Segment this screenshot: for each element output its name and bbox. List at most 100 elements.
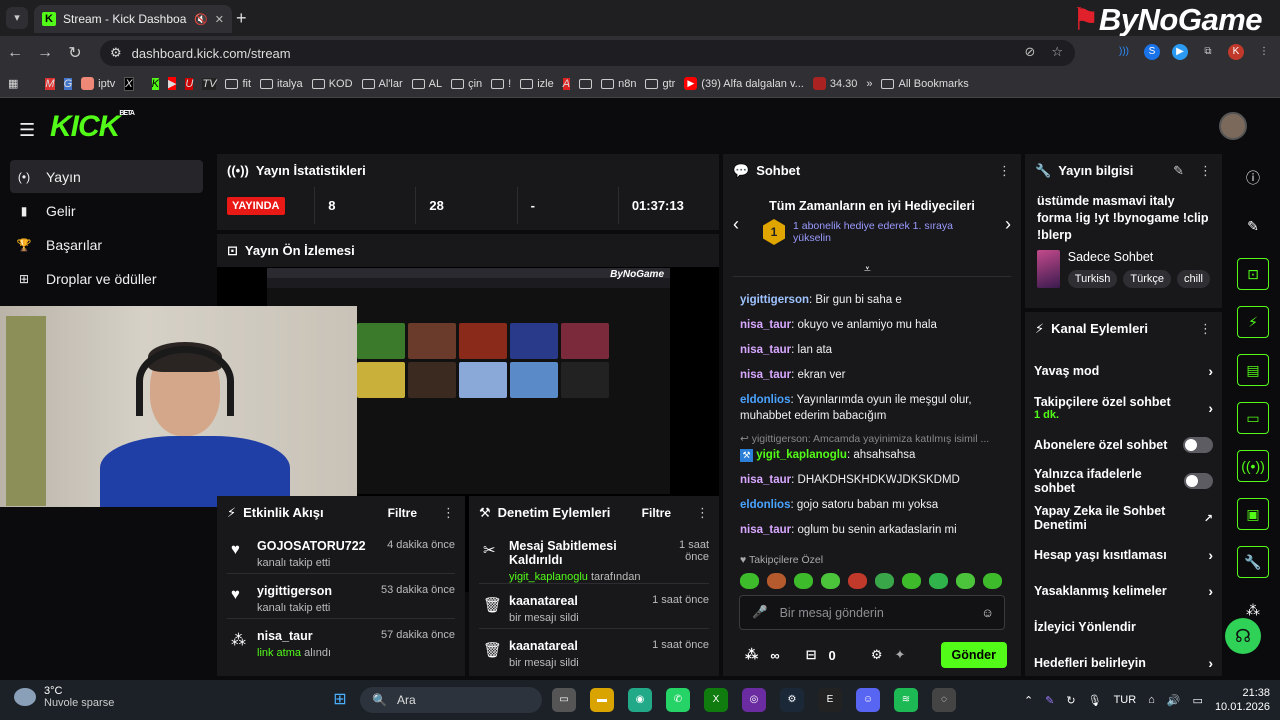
subscriber-only-toggle[interactable] [1183, 437, 1213, 453]
bookmark-x-icon[interactable]: X [124, 76, 134, 91]
action-subscriber-only-chat[interactable]: Abonelere özel sohbet [1025, 427, 1222, 463]
browser-tab[interactable]: K Stream - Kick Dashboard 🔇 ✕ [34, 5, 232, 33]
emote-icon[interactable] [848, 573, 867, 589]
discord-icon[interactable]: ☺ [856, 688, 880, 712]
activity-more-icon[interactable]: ⋮ [442, 505, 455, 521]
moderation-more-icon[interactable]: ⋮ [696, 505, 709, 521]
notes-tool-icon[interactable]: ▤ [1237, 354, 1269, 386]
bookmark-tv-icon[interactable]: TV [202, 77, 217, 90]
action-set-goals[interactable]: Hedefleri belirleyin › [1025, 645, 1222, 681]
spotify-icon[interactable]: ≋ [894, 688, 918, 712]
user-avatar[interactable] [1219, 112, 1247, 140]
xbox-icon[interactable]: X [704, 688, 728, 712]
extension-wave-icon[interactable]: ))) [1116, 44, 1132, 60]
action-ai-moderation[interactable]: Yapay Zeka ile Sohbet Denetimi ↗ [1025, 499, 1222, 537]
volume-icon[interactable]: 🔊 [1167, 694, 1181, 707]
bookmark-kick-icon[interactable]: K [151, 77, 159, 90]
bookmark-italya[interactable]: italya [260, 78, 303, 90]
chat-tool-icon[interactable]: ▭ [1237, 402, 1269, 434]
action-account-age[interactable]: Hesap yaşı kısıtlaması › [1025, 537, 1222, 573]
tray-app-icon[interactable]: ✎ [1045, 694, 1054, 707]
bookmark-n8n[interactable]: n8n [601, 78, 636, 90]
action-raid[interactable]: İzleyici Yönlendir [1025, 609, 1222, 645]
chat-settings-icon[interactable]: ⚙ [871, 647, 883, 663]
input-language[interactable]: TUR [1114, 694, 1137, 706]
channel-actions-more-icon[interactable]: ⋮ [1199, 321, 1212, 337]
preview-tool-icon[interactable]: ⊡ [1237, 258, 1269, 290]
sidebar-item-gelir[interactable]: ▮ Gelir [10, 194, 203, 227]
bookmark-fit[interactable]: fit [225, 78, 251, 90]
back-icon[interactable]: ← [0, 44, 30, 62]
app-icon[interactable]: ◎ [742, 688, 766, 712]
chrome-icon[interactable]: ◉ [628, 688, 652, 712]
emote-icon[interactable] [875, 573, 894, 589]
emote-icon[interactable] [902, 573, 921, 589]
tag-chip[interactable]: Türkçe [1123, 270, 1172, 288]
all-bookmarks[interactable]: All Bookmarks [881, 78, 969, 90]
bookmark-pdf-icon[interactable]: A [562, 77, 571, 90]
forward-icon[interactable]: → [30, 44, 60, 62]
stream-info-more-icon[interactable]: ⋮ [1199, 163, 1212, 179]
sidebar-item-droplar[interactable]: ⊞ Droplar ve ödüller [10, 262, 203, 295]
network-icon[interactable]: ⌂ [1148, 694, 1155, 706]
microphone-icon[interactable]: 🎤 [752, 605, 768, 620]
bookmark-youtube-video[interactable]: ▶ (39) Alfa dalgalan v... [684, 77, 804, 90]
steam-icon[interactable]: ⚙ [780, 688, 804, 712]
reload-icon[interactable]: ↻ [60, 43, 90, 63]
bookmark-gmail-icon[interactable]: M [45, 77, 55, 90]
bookmark-gtr[interactable]: gtr [645, 78, 675, 90]
camera-blocked-icon[interactable]: ⊘ [1024, 44, 1035, 60]
bookmark-iptv[interactable]: iptv [81, 77, 115, 90]
emote-icon[interactable] [983, 573, 1002, 589]
camera-tool-icon[interactable]: ▣ [1237, 498, 1269, 530]
bookmark-translate-icon[interactable]: G [63, 77, 73, 90]
sidebar-item-yayin[interactable]: (•) Yayın [10, 160, 203, 193]
emote-icon[interactable] [794, 573, 813, 589]
bookmark-3430[interactable]: 34.30 [812, 77, 857, 90]
tray-sync-icon[interactable]: ↻ [1066, 694, 1075, 707]
kick-logo[interactable]: KICKBETA [50, 110, 135, 144]
bookmark-exclaim[interactable]: ! [491, 78, 511, 90]
bookmark-allar[interactable]: Al'lar [361, 78, 403, 90]
battery-icon[interactable]: ▭ [1193, 694, 1203, 707]
emote-icon[interactable] [767, 573, 786, 589]
send-message-button[interactable]: Gönder [940, 642, 1007, 668]
taskbar-search[interactable]: 🔍 Ara [360, 687, 542, 713]
chat-message-input[interactable]: 🎤 Bir mesaj gönderin ☺ [739, 595, 1005, 630]
bookmark-al[interactable]: AL [411, 78, 442, 90]
broadcast-tool-icon[interactable]: ((•)) [1237, 450, 1269, 482]
browser-menu-icon[interactable]: ⋮ [1256, 44, 1272, 60]
profile-avatar[interactable]: K [1228, 44, 1244, 60]
edit-icon[interactable]: ✎ [1237, 210, 1269, 242]
taskbar-clock[interactable]: 21:38 10.01.2026 [1215, 686, 1270, 714]
edit-pencil-icon[interactable]: ✎ [1173, 163, 1184, 179]
whatsapp-icon[interactable]: ✆ [666, 688, 690, 712]
extensions-puzzle-icon[interactable]: ⧉ [1200, 44, 1216, 60]
bookmark-izle[interactable]: izle [520, 78, 554, 90]
weather-widget[interactable]: 3°C Nuvole sparse [14, 685, 114, 709]
bookmark-cin[interactable]: çin [451, 78, 482, 90]
emote-settings-icon[interactable]: ✦ [895, 647, 906, 663]
close-tab-icon[interactable]: ✕ [215, 13, 224, 26]
tab-search-dropdown[interactable]: ▾ [6, 7, 28, 29]
activity-filter-button[interactable]: Filtre [388, 506, 417, 520]
bookmark-youtube-icon[interactable]: ▶ [167, 77, 177, 90]
tray-chevron-icon[interactable]: ⌃ [1024, 694, 1033, 707]
new-tab-button[interactable]: + [236, 8, 247, 29]
emote-icon[interactable] [956, 573, 975, 589]
wrench-tool-icon[interactable]: 🔧 [1237, 546, 1269, 578]
task-view-icon[interactable]: ▭ [552, 688, 576, 712]
apps-grid-icon[interactable]: ▦ [8, 77, 18, 90]
support-headset-button[interactable]: ☊ [1225, 618, 1261, 654]
extension-shazam-icon[interactable]: S [1144, 44, 1160, 60]
address-bar[interactable]: ⚙ dashboard.kick.com/stream ⊘ ☆ [100, 40, 1075, 66]
chevron-right-icon[interactable]: › [1005, 214, 1011, 235]
bookmark-empty-folder[interactable] [579, 78, 593, 89]
action-emote-only-chat[interactable]: Yalnızca ifadelerle sohbet [1025, 463, 1222, 499]
gift-box-icon[interactable]: ⊟ [806, 647, 817, 663]
mute-tab-icon[interactable]: 🔇 [194, 13, 208, 26]
app-notification-icon[interactable]: ◌ [932, 688, 956, 712]
epic-games-icon[interactable]: E [818, 688, 842, 712]
file-explorer-icon[interactable]: ▬ [590, 688, 614, 712]
bookmarks-overflow-icon[interactable]: » [866, 78, 872, 90]
